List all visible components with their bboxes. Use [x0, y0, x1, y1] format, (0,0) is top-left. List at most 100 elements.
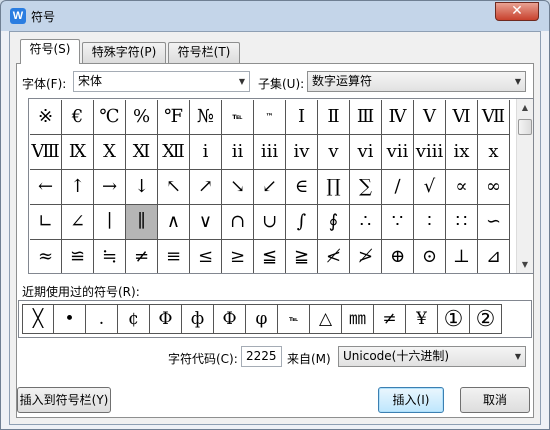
symbol-cell[interactable]: ∏: [318, 170, 350, 205]
symbol-cell[interactable]: ⅶ: [382, 135, 414, 170]
symbol-cell[interactable]: ∫: [286, 205, 318, 240]
recent-symbol-cell[interactable]: ¥: [406, 304, 438, 334]
symbol-cell[interactable]: ∶: [414, 205, 446, 240]
symbol-cell[interactable]: ≈: [30, 240, 62, 273]
grid-scrollbar[interactable]: ▲ ▼: [516, 99, 533, 273]
symbol-cell[interactable]: ↓: [126, 170, 158, 205]
symbol-cell[interactable]: ≒: [94, 240, 126, 273]
symbol-cell[interactable]: €: [62, 100, 94, 135]
symbol-cell[interactable]: ∝: [446, 170, 478, 205]
scroll-thumb[interactable]: [518, 119, 532, 135]
symbol-cell[interactable]: ∑: [350, 170, 382, 205]
symbol-cell[interactable]: ⅹ: [478, 135, 510, 170]
symbol-cell[interactable]: ≦: [254, 240, 286, 273]
recent-symbol-cell[interactable]: ¢: [118, 304, 150, 334]
insert-button[interactable]: 插入(I): [378, 387, 444, 413]
symbol-cell[interactable]: ∽: [478, 205, 510, 240]
symbol-cell[interactable]: ⊥: [446, 240, 478, 273]
symbol-cell[interactable]: №: [190, 100, 222, 135]
subset-combo[interactable]: 数字运算符 ▼: [307, 71, 526, 92]
tab-symbols[interactable]: 符号(S): [20, 39, 80, 64]
symbol-cell[interactable]: ↖: [158, 170, 190, 205]
symbol-cell[interactable]: ←: [30, 170, 62, 205]
symbol-cell[interactable]: Ⅸ: [62, 135, 94, 170]
symbol-cell[interactable]: ∮: [318, 205, 350, 240]
symbol-cell[interactable]: Ⅲ: [350, 100, 382, 135]
symbol-cell[interactable]: ↗: [190, 170, 222, 205]
symbol-cell[interactable]: ≡: [158, 240, 190, 273]
symbol-cell[interactable]: ℃: [94, 100, 126, 135]
symbol-cell[interactable]: Ⅹ: [94, 135, 126, 170]
symbol-cell[interactable]: ∵: [382, 205, 414, 240]
symbol-cell[interactable]: ≌: [62, 240, 94, 273]
symbol-cell[interactable]: ↙: [254, 170, 286, 205]
char-code-input[interactable]: 2225: [241, 346, 282, 367]
tab-special-chars[interactable]: 特殊字符(P): [82, 42, 166, 63]
symbol-cell[interactable]: √: [414, 170, 446, 205]
recent-symbol-cell[interactable]: ․: [86, 304, 118, 334]
recent-symbol-cell[interactable]: ╳: [22, 304, 54, 334]
symbol-cell[interactable]: ∟: [30, 205, 62, 240]
recent-symbol-cell[interactable]: ≠: [374, 304, 406, 334]
symbol-cell[interactable]: ∩: [222, 205, 254, 240]
symbol-cell[interactable]: %: [126, 100, 158, 135]
symbol-cell[interactable]: Ⅶ: [478, 100, 510, 135]
symbol-cell[interactable]: ™: [254, 100, 286, 135]
symbol-cell[interactable]: ⊙: [414, 240, 446, 273]
recent-symbol-cell[interactable]: ф: [182, 304, 214, 334]
symbol-cell[interactable]: ⊕: [382, 240, 414, 273]
recent-symbol-cell[interactable]: △: [310, 304, 342, 334]
recent-symbol-cell[interactable]: ②: [470, 304, 502, 334]
symbol-cell[interactable]: ≧: [286, 240, 318, 273]
symbol-cell[interactable]: ℉: [158, 100, 190, 135]
symbol-cell[interactable]: Ⅳ: [382, 100, 414, 135]
symbol-cell[interactable]: Ⅷ: [30, 135, 62, 170]
symbol-cell[interactable]: Ⅻ: [158, 135, 190, 170]
symbol-cell[interactable]: ℡: [222, 100, 254, 135]
tab-symbol-bar[interactable]: 符号栏(T): [168, 42, 240, 63]
title-bar[interactable]: W 符号 ✕: [1, 1, 549, 31]
symbol-cell[interactable]: ∪: [254, 205, 286, 240]
symbol-cell[interactable]: Ⅰ: [286, 100, 318, 135]
symbol-cell[interactable]: ⅸ: [446, 135, 478, 170]
symbol-cell[interactable]: ≤: [190, 240, 222, 273]
symbol-cell[interactable]: ≥: [222, 240, 254, 273]
symbol-cell[interactable]: Ⅴ: [414, 100, 446, 135]
symbol-cell[interactable]: ∷: [446, 205, 478, 240]
symbol-cell[interactable]: ∠: [62, 205, 94, 240]
symbol-cell[interactable]: ※: [30, 100, 62, 135]
symbol-cell[interactable]: ≯: [350, 240, 382, 273]
symbol-cell[interactable]: ⅱ: [222, 135, 254, 170]
insert-to-symbol-bar-button[interactable]: 插入到符号栏(Y): [17, 387, 111, 413]
symbol-cell[interactable]: Ⅵ: [446, 100, 478, 135]
symbol-cell[interactable]: ∧: [158, 205, 190, 240]
symbol-cell[interactable]: ⅲ: [254, 135, 286, 170]
recent-symbol-cell[interactable]: ㎜: [342, 304, 374, 334]
font-combo[interactable]: 宋体 ▼: [73, 71, 250, 92]
symbol-cell[interactable]: ∣: [94, 205, 126, 240]
symbol-cell[interactable]: ∕: [382, 170, 414, 205]
scroll-up-arrow-icon[interactable]: ▲: [517, 99, 533, 116]
recent-symbol-cell[interactable]: Φ: [150, 304, 182, 334]
symbol-cell[interactable]: Ⅱ: [318, 100, 350, 135]
recent-symbol-cell[interactable]: φ: [246, 304, 278, 334]
recent-symbol-cell[interactable]: Ф: [214, 304, 246, 334]
symbol-cell[interactable]: ∥: [126, 205, 158, 240]
symbol-cell[interactable]: ↑: [62, 170, 94, 205]
symbol-cell[interactable]: ∈: [286, 170, 318, 205]
recent-symbol-cell[interactable]: ①: [438, 304, 470, 334]
symbol-cell[interactable]: ≮: [318, 240, 350, 273]
recent-symbol-cell[interactable]: •: [54, 304, 86, 334]
symbol-cell[interactable]: ⅳ: [286, 135, 318, 170]
symbol-cell[interactable]: ∴: [350, 205, 382, 240]
symbol-cell[interactable]: ∞: [478, 170, 510, 205]
symbol-cell[interactable]: ≠: [126, 240, 158, 273]
symbol-cell[interactable]: Ⅺ: [126, 135, 158, 170]
symbol-cell[interactable]: ⅰ: [190, 135, 222, 170]
cancel-button[interactable]: 取消: [460, 387, 530, 413]
symbol-cell[interactable]: →: [94, 170, 126, 205]
scroll-down-arrow-icon[interactable]: ▼: [517, 256, 533, 273]
symbol-cell[interactable]: ↘: [222, 170, 254, 205]
symbol-cell[interactable]: ⅷ: [414, 135, 446, 170]
symbol-cell[interactable]: ⊿: [478, 240, 510, 273]
